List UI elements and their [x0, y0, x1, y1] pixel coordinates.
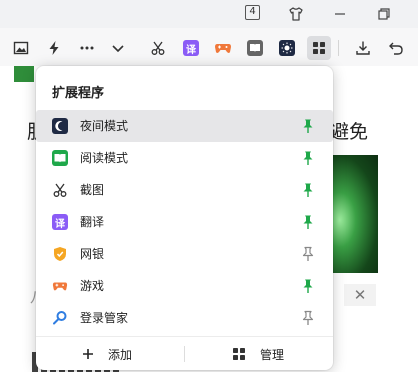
translate-icon: 译	[52, 214, 68, 230]
read-mode-icon[interactable]	[244, 37, 266, 59]
extension-item-read-mode[interactable]: 阅读模式	[36, 142, 333, 174]
popup-title: 扩展程序	[52, 86, 105, 101]
translate-icon[interactable]: 译	[180, 37, 202, 59]
plus-icon	[82, 348, 94, 360]
download-icon[interactable]	[352, 37, 374, 59]
login-key-icon	[52, 310, 68, 326]
manage-label: 管理	[260, 347, 285, 362]
pin-icon[interactable]	[300, 182, 316, 198]
window-titlebar: 4	[0, 0, 418, 28]
gamepad-icon[interactable]	[212, 37, 234, 59]
extension-label: 阅读模式	[80, 151, 129, 165]
extension-label: 网银	[80, 247, 105, 261]
pin-icon[interactable]	[300, 214, 316, 230]
extension-label: 登录管家	[80, 311, 129, 325]
grid-icon	[232, 347, 246, 361]
night-mode-icon	[52, 118, 68, 134]
extension-item-night-mode[interactable]: 夜间模式	[36, 110, 333, 142]
toolbar-divider	[338, 40, 339, 56]
minimize-icon[interactable]	[330, 4, 350, 24]
extension-item-games[interactable]: 游戏	[36, 270, 333, 302]
more-icon[interactable]	[76, 37, 98, 59]
lightning-icon[interactable]	[43, 37, 65, 59]
extension-label: 截图	[80, 183, 105, 197]
image-icon[interactable]	[10, 37, 32, 59]
tshirt-icon[interactable]	[286, 4, 306, 24]
brightness-icon[interactable]	[276, 37, 298, 59]
bank-shield-icon	[52, 246, 68, 262]
page-thumbnail-edge	[14, 66, 34, 82]
undo-icon[interactable]	[385, 37, 407, 59]
extensions-grid-icon[interactable]	[307, 36, 331, 60]
page-headline-fragment-right: 避免	[330, 121, 369, 143]
pin-outline-icon[interactable]	[300, 246, 316, 262]
extension-label: 夜间模式	[80, 119, 129, 133]
pin-outline-icon[interactable]	[300, 310, 316, 326]
extension-label: 翻译	[80, 215, 105, 229]
add-label: 添加	[108, 347, 133, 362]
restore-icon[interactable]	[374, 4, 394, 24]
extension-label: 游戏	[80, 279, 105, 293]
page-article-image	[330, 155, 378, 273]
add-extension-button[interactable]: 添加	[82, 344, 132, 364]
extension-item-login-manager[interactable]: 登录管家	[36, 302, 333, 334]
pin-icon[interactable]	[300, 150, 316, 166]
extension-item-translate[interactable]: 译 翻译	[36, 206, 333, 238]
page-close-icon[interactable]: ✕	[344, 284, 376, 306]
browser-toolbar: 译	[0, 28, 418, 66]
footer-separator	[184, 346, 185, 362]
pin-icon[interactable]	[300, 278, 316, 294]
manage-extensions-button[interactable]: 管理	[232, 344, 284, 364]
extensions-list: 夜间模式 阅读模式 截图 译 翻译 网银 游戏 登录管家	[36, 110, 333, 334]
extensions-popup: 扩展程序 夜间模式 阅读模式 截图 译 翻译 网银 游戏 登录管家 添加 管理	[36, 66, 333, 370]
scissors-icon[interactable]	[147, 37, 169, 59]
chevron-down-icon[interactable]	[107, 37, 129, 59]
scissors-icon	[52, 182, 68, 198]
extension-item-bank[interactable]: 网银	[36, 238, 333, 270]
read-mode-icon	[52, 150, 68, 166]
pin-icon[interactable]	[300, 118, 316, 134]
gamepad-icon	[52, 278, 68, 294]
extension-item-screenshot[interactable]: 截图	[36, 174, 333, 206]
tab-count-badge[interactable]: 4	[245, 5, 260, 20]
popup-divider	[36, 336, 333, 337]
